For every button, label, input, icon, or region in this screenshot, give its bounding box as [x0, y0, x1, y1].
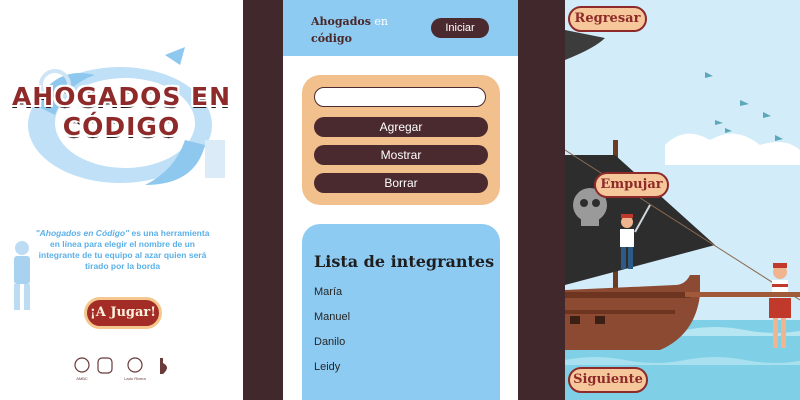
pirate-ship-scene — [565, 0, 800, 400]
member-list-title: Lista de integrantes — [314, 252, 495, 271]
description-title: "Ahogados en Código" — [35, 228, 130, 238]
sponsor-label-3: Lado Rivera — [124, 376, 146, 381]
play-button[interactable]: ¡A Jugar! — [84, 297, 162, 329]
brand-title[interactable]: Ahogados en código — [311, 13, 401, 47]
member-form-card: Agregar Mostrar Borrar — [302, 75, 500, 205]
back-button[interactable]: Regresar — [568, 6, 647, 32]
list-item: María — [314, 286, 343, 298]
sponsor-logo-2 — [97, 357, 113, 374]
app-logo: AHOGADOS EN CÓDIGO — [0, 82, 243, 142]
push-button[interactable]: Empujar — [594, 172, 669, 198]
sponsor-logo-4 — [160, 358, 167, 374]
brand-part-3: código — [311, 32, 352, 45]
member-list-card: Lista de integrantes María Manuel Danilo… — [302, 224, 500, 400]
list-item: Leidy — [314, 361, 341, 373]
add-button[interactable]: Agregar — [314, 117, 488, 137]
next-button[interactable]: Siguiente — [568, 367, 648, 393]
landing-screen: AHOGADOS EN CÓDIGO "Ahogados en Código" … — [0, 0, 243, 400]
sponsor-logos: AMBC Lado Rivera — [74, 357, 167, 381]
app-frame: AHOGADOS EN CÓDIGO "Ahogados en Código" … — [0, 0, 800, 400]
show-button[interactable]: Mostrar — [314, 145, 488, 165]
logo-line-1: AHOGADOS EN — [11, 82, 232, 111]
sponsor-logo-1 — [74, 357, 90, 373]
member-name-input[interactable] — [314, 87, 486, 107]
list-item: Manuel — [314, 311, 351, 323]
sponsor-logo-3 — [127, 357, 143, 373]
list-item: Danilo — [314, 336, 346, 348]
top-nav-bar: Ahogados en código Iniciar — [283, 0, 518, 56]
brand-part-2: en — [370, 15, 389, 28]
app-description: "Ahogados en Código" es una herramienta … — [30, 228, 215, 272]
start-button[interactable]: Iniciar — [431, 18, 489, 38]
clear-button[interactable]: Borrar — [314, 173, 488, 193]
team-list-screen: Ahogados en código Iniciar Agregar Mostr… — [283, 0, 518, 400]
brand-part-1: Ahogados — [311, 15, 371, 28]
game-screen: Regresar Empujar Siguiente — [565, 0, 800, 400]
sponsor-label-1: AMBC — [76, 376, 88, 381]
logo-line-2: CÓDIGO — [62, 112, 181, 141]
